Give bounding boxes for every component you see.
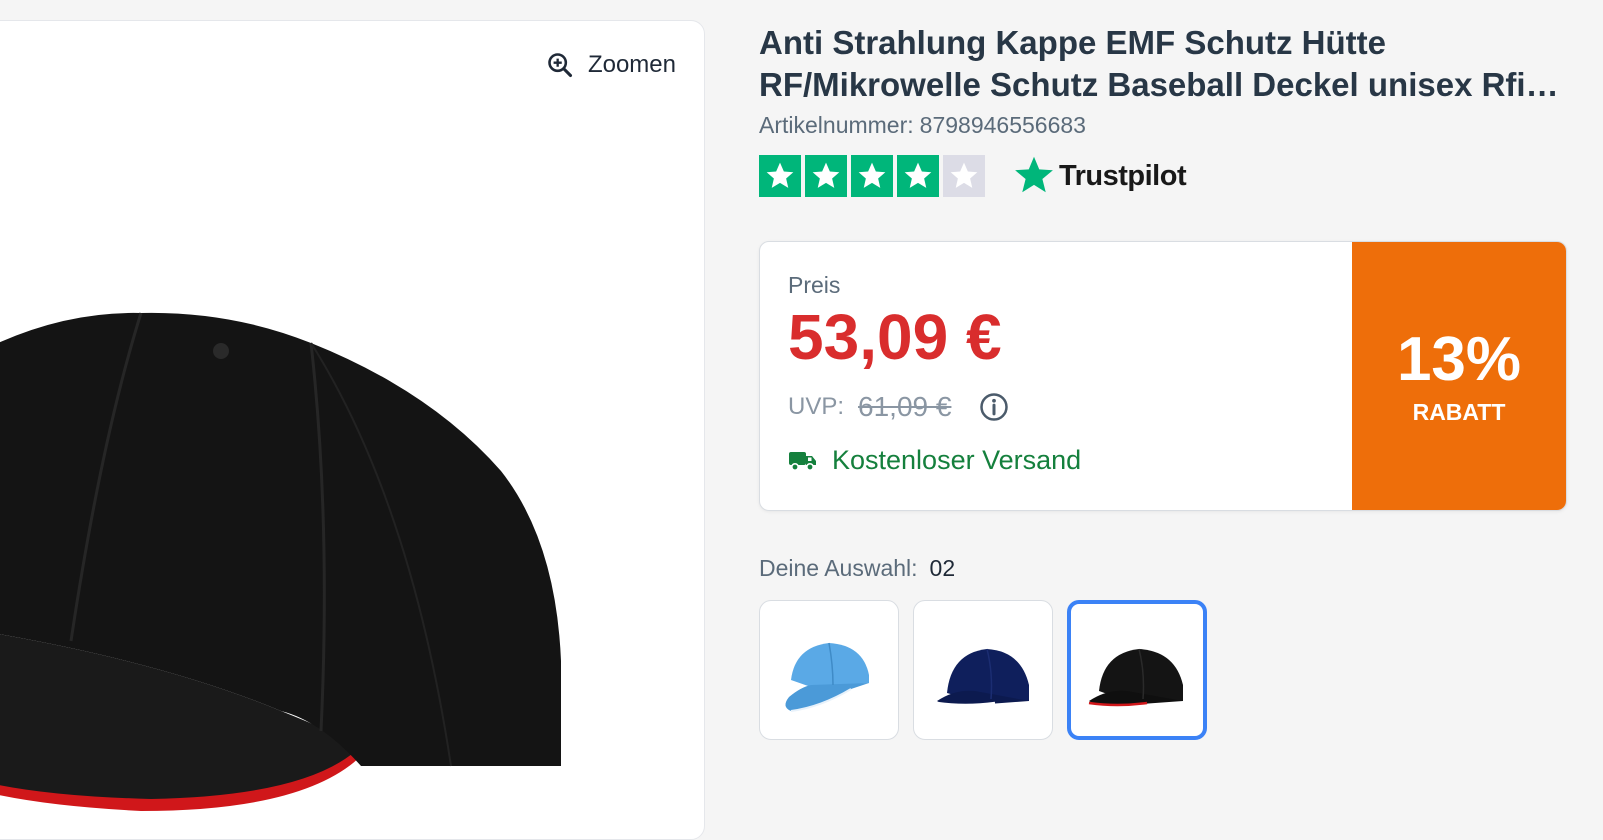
- variant-navy-cap[interactable]: [913, 600, 1053, 740]
- selection-row: Deine Auswahl: 02: [759, 555, 1567, 582]
- trustpilot-logo[interactable]: Trustpilot: [1013, 155, 1187, 197]
- sku-value: 8798946556683: [919, 112, 1086, 138]
- price-card: Preis 53,09 € UVP: 61,09 € Kostenloser V…: [759, 241, 1567, 511]
- black-cap-image: [1088, 648, 1183, 707]
- shipping-row: Kostenloser Versand: [788, 445, 1324, 476]
- product-title: Anti Strahlung Kappe EMF Schutz Hütte RF…: [759, 22, 1567, 106]
- price-info: Preis 53,09 € UVP: 61,09 € Kostenloser V…: [760, 242, 1352, 510]
- star-icon: [759, 155, 801, 197]
- product-title-line-2: RF/Mikrowelle Schutz Baseball Deckel uni…: [759, 66, 1567, 103]
- shipping-label: Kostenloser Versand: [832, 445, 1082, 475]
- product-details: Anti Strahlung Kappe EMF Schutz Hütte RF…: [759, 22, 1567, 740]
- uvp-row: UVP: 61,09 €: [788, 391, 1324, 423]
- zoom-button[interactable]: Zoomen: [546, 51, 676, 79]
- rating-stars: [759, 155, 985, 197]
- selection-value: 02: [929, 555, 956, 581]
- uvp-value: 61,09 €: [858, 391, 952, 422]
- truck-icon: [789, 451, 816, 471]
- star-icon: [897, 155, 939, 197]
- navy-cap-image: [936, 648, 1029, 707]
- discount-badge: 13% RABATT: [1352, 242, 1566, 510]
- zoom-label: Zoomen: [587, 51, 676, 78]
- price-label: Preis: [788, 272, 841, 298]
- star-icon: [851, 155, 893, 197]
- star-icon: [805, 155, 847, 197]
- discount-label: RABATT: [1412, 398, 1506, 425]
- trustpilot-star-icon: [1015, 156, 1053, 193]
- variant-list: [759, 600, 1567, 740]
- selection-label: Deine Auswahl:: [759, 555, 918, 581]
- discount-value: 13%: [1396, 324, 1522, 394]
- variant-black-cap[interactable]: [1067, 600, 1207, 740]
- sku-label: Artikelnummer:: [759, 112, 914, 138]
- product-image-panel: Zoomen: [0, 20, 705, 840]
- light-blue-cap-image: [785, 642, 869, 712]
- price-value: 53,09 €: [788, 301, 1002, 373]
- zoom-in-icon: [548, 53, 572, 78]
- info-icon[interactable]: [979, 392, 1009, 422]
- sku-row: Artikelnummer: 8798946556683: [759, 112, 1567, 139]
- product-title-line-1: Anti Strahlung Kappe EMF Schutz Hütte: [759, 24, 1386, 61]
- variant-light-blue-cap[interactable]: [759, 600, 899, 740]
- trustpilot-label: Trustpilot: [1059, 159, 1187, 192]
- uvp-label: UVP:: [788, 393, 845, 420]
- star-empty-icon: [943, 155, 985, 197]
- product-main-image[interactable]: [0, 21, 705, 840]
- rating-row[interactable]: Trustpilot: [759, 155, 1567, 197]
